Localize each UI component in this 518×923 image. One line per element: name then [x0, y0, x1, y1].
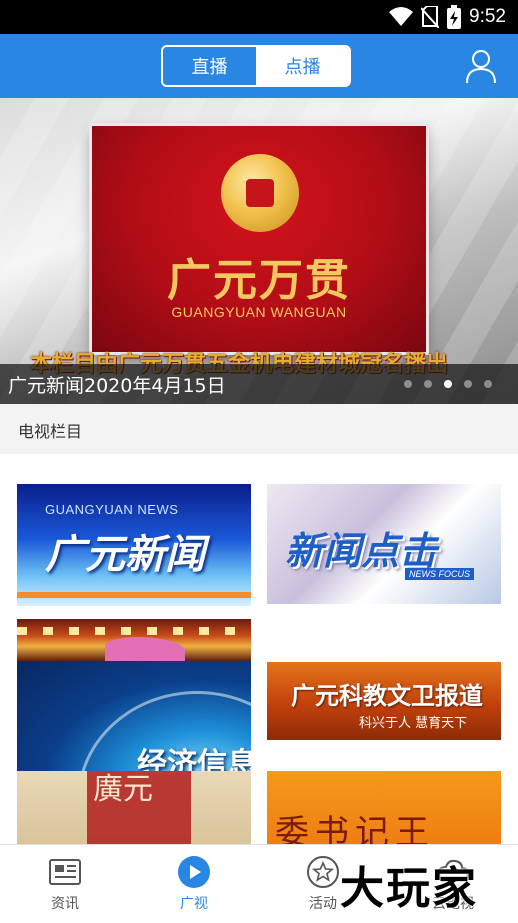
tab-vod[interactable]: 点播 [256, 47, 349, 85]
play-icon [178, 856, 210, 888]
program-focus-en: NEWS FOCUS [405, 568, 475, 580]
program-tile-secretary[interactable]: 委书记王 [267, 771, 501, 845]
banner-caption-bar: 广元新闻2020年4月15日 [0, 364, 518, 404]
banner-carousel[interactable]: 广元万贯 GUANGYUAN WANGUAN 本栏目由广元万贯五金机电建材城冠名… [0, 98, 518, 404]
program-tile-news[interactable]: GUANGYUAN NEWS 广元新闻 [17, 484, 251, 606]
program-focus-title: 新闻点击 [285, 529, 438, 573]
program-tile-culture[interactable]: 廣元 [17, 771, 251, 845]
watermark-logo: 大玩家 [340, 863, 478, 914]
nav-label-guangshi: 广视 [180, 896, 208, 912]
news-icon [49, 859, 81, 885]
star-icon [307, 856, 339, 888]
program-tile-edu[interactable]: 广元科教文卫报道 科兴于人 慧育天下 [267, 662, 501, 740]
top-bar: 直播 点播 [0, 34, 518, 98]
banner-brand-card: 广元万贯 GUANGYUAN WANGUAN [92, 126, 426, 352]
nav-item-news[interactable]: 资讯 [0, 845, 130, 923]
status-icons: 9:52 [389, 4, 506, 30]
program-secretary-title: 委书记王 [275, 813, 435, 845]
pager-dot[interactable] [424, 380, 432, 388]
section-title: 电视栏目 [18, 422, 83, 441]
program-news-title: 广元新闻 [45, 532, 205, 578]
battery-charging-icon [447, 5, 462, 29]
pager-dot[interactable] [484, 380, 492, 388]
program-culture-title: 廣元 [93, 772, 153, 807]
nav-label-news: 资讯 [51, 896, 79, 912]
live-vod-toggle: 直播 点播 [161, 45, 351, 87]
coin-logo-icon [221, 154, 299, 232]
status-bar: 9:52 [0, 0, 518, 34]
program-tile-news-focus[interactable]: 新闻点击 NEWS FOCUS [267, 484, 501, 604]
program-edu-subtitle: 科兴于人 慧育天下 [359, 716, 468, 731]
pager-dot-active[interactable] [444, 380, 452, 388]
pager-dot[interactable] [464, 380, 472, 388]
banner-brand-title: 广元万贯 [167, 255, 351, 306]
carousel-pager [404, 380, 492, 388]
status-time: 9:52 [469, 6, 506, 27]
section-header: 电视栏目 [0, 404, 518, 454]
tab-live[interactable]: 直播 [163, 47, 256, 85]
nav-item-guangshi[interactable]: 广视 [129, 845, 259, 923]
program-news-en: GUANGYUAN NEWS [45, 502, 179, 517]
banner-brand-subtitle: GUANGYUAN WANGUAN [171, 304, 347, 320]
no-sim-icon [421, 6, 440, 28]
seal-icon: 廣元 [87, 771, 191, 845]
program-globe-title: 经济信息 [137, 747, 251, 771]
program-tile-stage[interactable] [17, 619, 251, 661]
pager-dot[interactable] [404, 380, 412, 388]
user-icon[interactable] [464, 48, 498, 84]
program-edu-title: 广元科教文卫报道 [291, 682, 483, 710]
wifi-icon [389, 7, 414, 26]
banner-caption: 广元新闻2020年4月15日 [8, 375, 226, 397]
program-tile-economy[interactable]: 经济信息 [17, 661, 251, 771]
